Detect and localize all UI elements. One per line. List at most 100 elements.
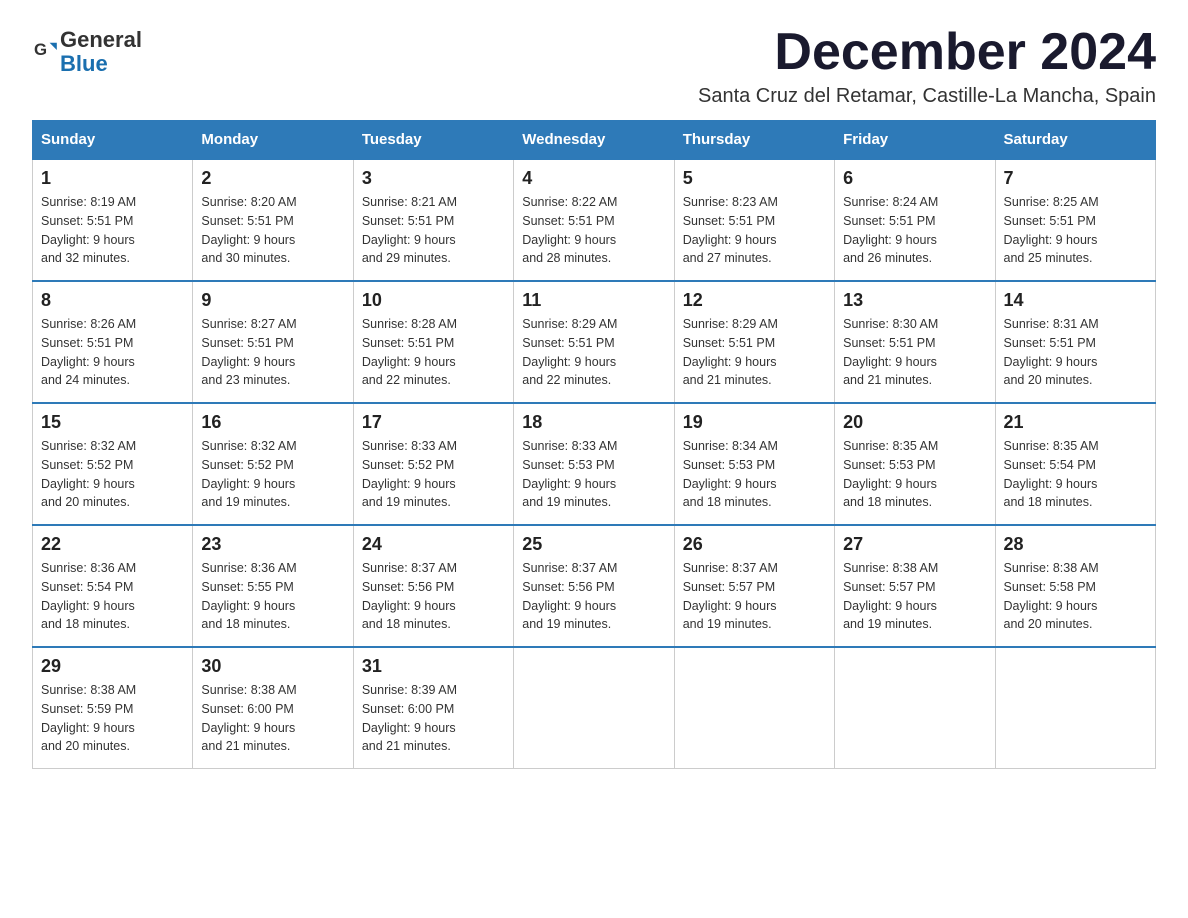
- day-cell-12: 12Sunrise: 8:29 AMSunset: 5:51 PMDayligh…: [674, 281, 834, 403]
- day-info: Sunrise: 8:36 AMSunset: 5:55 PMDaylight:…: [201, 559, 344, 634]
- location-subtitle: Santa Cruz del Retamar, Castille-La Manc…: [698, 85, 1156, 108]
- day-info: Sunrise: 8:26 AMSunset: 5:51 PMDaylight:…: [41, 315, 184, 390]
- day-info: Sunrise: 8:22 AMSunset: 5:51 PMDaylight:…: [522, 193, 665, 268]
- week-row-1: 1 Sunrise: 8:19 AMSunset: 5:51 PMDaylight…: [33, 159, 1156, 281]
- day-cell-14: 14 Sunrise: 8:31 AMSunset: 5:51 PMDayligh…: [995, 281, 1155, 403]
- day-info: Sunrise: 8:30 AMSunset: 5:51 PMDaylight:…: [843, 315, 986, 390]
- day-cell-10: 10 Sunrise: 8:28 AMSunset: 5:51 PMDayligh…: [353, 281, 513, 403]
- day-info: Sunrise: 8:31 AMSunset: 5:51 PMDaylight:…: [1004, 315, 1147, 390]
- weekday-header-row: SundayMondayTuesdayWednesdayThursdayFrid…: [33, 121, 1156, 160]
- day-info: Sunrise: 8:27 AMSunset: 5:51 PMDaylight:…: [201, 315, 344, 390]
- day-cell-11: 11Sunrise: 8:29 AMSunset: 5:51 PMDayligh…: [514, 281, 674, 403]
- logo-blue-text: Blue: [60, 52, 142, 76]
- day-number: 31: [362, 656, 505, 677]
- day-number: 19: [683, 412, 826, 433]
- week-row-3: 15 Sunrise: 8:32 AMSunset: 5:52 PMDayligh…: [33, 403, 1156, 525]
- day-number: 27: [843, 534, 986, 555]
- day-number: 10: [362, 290, 505, 311]
- day-number: 5: [683, 168, 826, 189]
- day-number: 1: [41, 168, 184, 189]
- day-info: Sunrise: 8:28 AMSunset: 5:51 PMDaylight:…: [362, 315, 505, 390]
- day-number: 8: [41, 290, 184, 311]
- day-cell-16: 16 Sunrise: 8:32 AMSunset: 5:52 PMDayligh…: [193, 403, 353, 525]
- day-number: 25: [522, 534, 665, 555]
- page-header: G General Blue December 2024 Santa Cruz …: [32, 24, 1156, 108]
- day-number: 14: [1004, 290, 1147, 311]
- day-info: Sunrise: 8:33 AMSunset: 5:52 PMDaylight:…: [362, 437, 505, 512]
- empty-cell: [514, 647, 674, 769]
- day-number: 21: [1004, 412, 1147, 433]
- day-cell-1: 1 Sunrise: 8:19 AMSunset: 5:51 PMDaylight…: [33, 159, 193, 281]
- day-number: 3: [362, 168, 505, 189]
- day-cell-15: 15 Sunrise: 8:32 AMSunset: 5:52 PMDayligh…: [33, 403, 193, 525]
- day-cell-25: 25 Sunrise: 8:37 AMSunset: 5:56 PMDayligh…: [514, 525, 674, 647]
- day-cell-27: 27 Sunrise: 8:38 AMSunset: 5:57 PMDayligh…: [835, 525, 995, 647]
- day-cell-23: 23 Sunrise: 8:36 AMSunset: 5:55 PMDayligh…: [193, 525, 353, 647]
- week-row-2: 8 Sunrise: 8:26 AMSunset: 5:51 PMDaylight…: [33, 281, 1156, 403]
- day-info: Sunrise: 8:21 AMSunset: 5:51 PMDaylight:…: [362, 193, 505, 268]
- day-number: 22: [41, 534, 184, 555]
- day-number: 29: [41, 656, 184, 677]
- day-info: Sunrise: 8:20 AMSunset: 5:51 PMDaylight:…: [201, 193, 344, 268]
- weekday-header-thursday: Thursday: [674, 121, 834, 160]
- weekday-header-friday: Friday: [835, 121, 995, 160]
- empty-cell: [995, 647, 1155, 769]
- day-number: 7: [1004, 168, 1147, 189]
- day-cell-29: 29 Sunrise: 8:38 AMSunset: 5:59 PMDayligh…: [33, 647, 193, 769]
- title-area: December 2024 Santa Cruz del Retamar, Ca…: [698, 24, 1156, 108]
- day-info: Sunrise: 8:38 AMSunset: 6:00 PMDaylight:…: [201, 681, 344, 756]
- day-cell-18: 18 Sunrise: 8:33 AMSunset: 5:53 PMDayligh…: [514, 403, 674, 525]
- day-cell-24: 24 Sunrise: 8:37 AMSunset: 5:56 PMDayligh…: [353, 525, 513, 647]
- day-number: 24: [362, 534, 505, 555]
- day-number: 23: [201, 534, 344, 555]
- day-number: 15: [41, 412, 184, 433]
- day-cell-22: 22Sunrise: 8:36 AMSunset: 5:54 PMDayligh…: [33, 525, 193, 647]
- day-cell-13: 13Sunrise: 8:30 AMSunset: 5:51 PMDayligh…: [835, 281, 995, 403]
- logo-general-text: General: [60, 28, 142, 52]
- day-cell-9: 9Sunrise: 8:27 AMSunset: 5:51 PMDaylight…: [193, 281, 353, 403]
- day-cell-30: 30 Sunrise: 8:38 AMSunset: 6:00 PMDayligh…: [193, 647, 353, 769]
- week-row-5: 29 Sunrise: 8:38 AMSunset: 5:59 PMDayligh…: [33, 647, 1156, 769]
- day-info: Sunrise: 8:38 AMSunset: 5:59 PMDaylight:…: [41, 681, 184, 756]
- day-number: 12: [683, 290, 826, 311]
- weekday-header-monday: Monday: [193, 121, 353, 160]
- logo: G General Blue: [32, 28, 142, 76]
- day-number: 30: [201, 656, 344, 677]
- day-info: Sunrise: 8:29 AMSunset: 5:51 PMDaylight:…: [522, 315, 665, 390]
- day-cell-31: 31 Sunrise: 8:39 AMSunset: 6:00 PMDayligh…: [353, 647, 513, 769]
- day-info: Sunrise: 8:37 AMSunset: 5:57 PMDaylight:…: [683, 559, 826, 634]
- week-row-4: 22Sunrise: 8:36 AMSunset: 5:54 PMDayligh…: [33, 525, 1156, 647]
- day-cell-17: 17 Sunrise: 8:33 AMSunset: 5:52 PMDayligh…: [353, 403, 513, 525]
- day-cell-7: 7 Sunrise: 8:25 AMSunset: 5:51 PMDaylight…: [995, 159, 1155, 281]
- day-info: Sunrise: 8:24 AMSunset: 5:51 PMDaylight:…: [843, 193, 986, 268]
- day-info: Sunrise: 8:37 AMSunset: 5:56 PMDaylight:…: [362, 559, 505, 634]
- empty-cell: [835, 647, 995, 769]
- day-info: Sunrise: 8:32 AMSunset: 5:52 PMDaylight:…: [201, 437, 344, 512]
- day-number: 2: [201, 168, 344, 189]
- day-cell-19: 19Sunrise: 8:34 AMSunset: 5:53 PMDayligh…: [674, 403, 834, 525]
- day-info: Sunrise: 8:38 AMSunset: 5:57 PMDaylight:…: [843, 559, 986, 634]
- day-info: Sunrise: 8:35 AMSunset: 5:53 PMDaylight:…: [843, 437, 986, 512]
- day-info: Sunrise: 8:32 AMSunset: 5:52 PMDaylight:…: [41, 437, 184, 512]
- day-number: 28: [1004, 534, 1147, 555]
- svg-text:G: G: [34, 40, 47, 59]
- weekday-header-wednesday: Wednesday: [514, 121, 674, 160]
- day-info: Sunrise: 8:19 AMSunset: 5:51 PMDaylight:…: [41, 193, 184, 268]
- day-cell-2: 2 Sunrise: 8:20 AMSunset: 5:51 PMDaylight…: [193, 159, 353, 281]
- day-info: Sunrise: 8:25 AMSunset: 5:51 PMDaylight:…: [1004, 193, 1147, 268]
- calendar-table: SundayMondayTuesdayWednesdayThursdayFrid…: [32, 120, 1156, 769]
- day-info: Sunrise: 8:33 AMSunset: 5:53 PMDaylight:…: [522, 437, 665, 512]
- day-cell-20: 20Sunrise: 8:35 AMSunset: 5:53 PMDayligh…: [835, 403, 995, 525]
- day-number: 16: [201, 412, 344, 433]
- day-info: Sunrise: 8:37 AMSunset: 5:56 PMDaylight:…: [522, 559, 665, 634]
- day-number: 26: [683, 534, 826, 555]
- day-cell-6: 6 Sunrise: 8:24 AMSunset: 5:51 PMDaylight…: [835, 159, 995, 281]
- day-info: Sunrise: 8:35 AMSunset: 5:54 PMDaylight:…: [1004, 437, 1147, 512]
- day-number: 17: [362, 412, 505, 433]
- day-number: 6: [843, 168, 986, 189]
- day-number: 18: [522, 412, 665, 433]
- day-cell-26: 26 Sunrise: 8:37 AMSunset: 5:57 PMDayligh…: [674, 525, 834, 647]
- day-info: Sunrise: 8:39 AMSunset: 6:00 PMDaylight:…: [362, 681, 505, 756]
- day-cell-4: 4Sunrise: 8:22 AMSunset: 5:51 PMDaylight…: [514, 159, 674, 281]
- month-title: December 2024: [698, 24, 1156, 81]
